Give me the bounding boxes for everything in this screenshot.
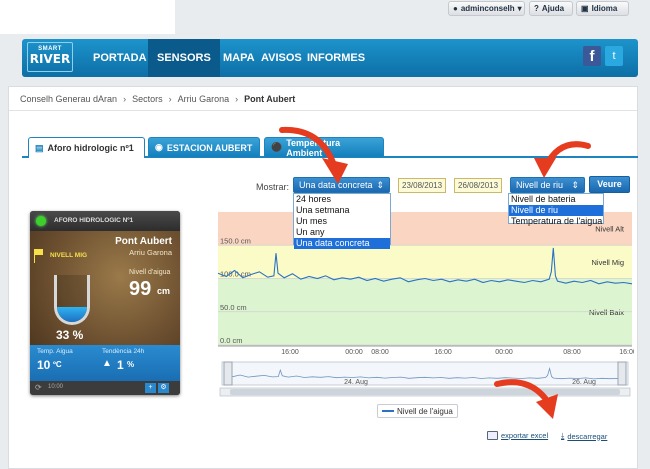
x-tick-label: 08:00 — [371, 349, 389, 356]
spreadsheet-icon — [487, 431, 498, 440]
chart-band — [218, 245, 632, 279]
y-tick-label: 150.0 cm — [220, 236, 251, 245]
x-tick-label: 16:00 — [434, 349, 452, 356]
period-option[interactable]: Un any — [294, 227, 390, 238]
trend-up-icon: ▲ — [102, 358, 112, 369]
level-gauge-fill — [57, 306, 87, 322]
navigator-tick-label: 26. Aug — [572, 379, 596, 386]
refresh-icon[interactable]: ⟳ — [35, 383, 42, 392]
smart-river-logo[interactable]: SMART RIVER — [27, 42, 73, 72]
metric-dropdown: Nivell de bateria Nivell de riu Temperat… — [508, 193, 604, 227]
help-icon: ? — [534, 4, 539, 13]
water-level-unit: cm — [157, 286, 171, 296]
metric-option[interactable]: Nivell de riu — [509, 205, 603, 216]
chevron-right-icon: › — [123, 93, 127, 104]
tab-estacion[interactable]: ◉ ESTACION AUBERT — [148, 137, 260, 157]
navigator-tick-label: 24. Aug — [344, 379, 368, 386]
breadcrumb-item[interactable]: Conselh Generau dAran — [20, 94, 117, 104]
breadcrumb-item[interactable]: Arriu Garona — [178, 94, 230, 104]
language-button[interactable]: ▣ Idioma — [576, 1, 629, 16]
temp-label: Temp. Aigua — [37, 348, 73, 355]
band-label: Nivell Baix — [589, 308, 624, 317]
x-tick-label: 16:00 — [281, 349, 299, 356]
fill-percent: 33 % — [56, 328, 84, 342]
trend-value: 1 — [117, 358, 124, 372]
export-excel-link[interactable]: exportar excel — [487, 431, 548, 440]
x-tick-label: 00:00 — [495, 349, 513, 356]
period-option[interactable]: Una setmana — [294, 205, 390, 216]
period-select[interactable]: Una data concreta ⇕ — [293, 177, 390, 193]
facebook-icon[interactable]: f — [583, 46, 601, 66]
y-tick-label: 50.0 cm — [220, 303, 247, 312]
card-stats: Temp. Aigua 10 ºC Tendència 24h ▲ 1 % — [30, 345, 180, 381]
breadcrumb-item[interactable]: Sectors — [132, 94, 163, 104]
temp-value: 10 — [37, 358, 51, 372]
level-badge: NIVELL MIG — [50, 252, 88, 259]
chevron-right-icon: › — [235, 93, 239, 104]
breadcrumb: Conselh Generau dAran › Sectors › Arriu … — [9, 87, 637, 111]
navigator-handle-right — [617, 361, 627, 386]
card-footer: ⟳ 10:00 + ⚙ — [30, 381, 180, 395]
updown-icon: ⇕ — [376, 179, 384, 190]
status-led-icon — [36, 216, 46, 226]
card-body: Pont Aubert Arriu Garona NIVELL MIG Nive… — [30, 231, 180, 345]
chevron-down-icon: ▾ — [517, 4, 522, 13]
thermometer-icon: ⚫ — [271, 142, 283, 152]
band-label: Nivell Mig — [591, 258, 624, 267]
updown-icon: ⇕ — [571, 179, 579, 190]
water-level-value: 99 — [129, 278, 152, 300]
tab-temperatura[interactable]: ⚫ Temperatura Ambient — [264, 137, 384, 158]
help-button[interactable]: ? Ajuda — [529, 1, 573, 16]
chart-legend[interactable]: Nivell de l'aigua — [377, 404, 458, 418]
nav-sensors[interactable]: SENSORS — [148, 39, 220, 77]
user-icon: ● — [453, 4, 458, 13]
water-level-label: Nivell d'aigua — [129, 269, 171, 276]
show-button[interactable]: Veure — [589, 176, 630, 193]
chevron-right-icon: › — [168, 93, 172, 104]
period-option[interactable]: Un mes — [294, 216, 390, 227]
twitter-icon[interactable]: t — [605, 46, 623, 66]
show-label: Mostrar: — [256, 182, 290, 192]
camera-icon: ◉ — [155, 142, 163, 152]
x-tick-label: 16:00 — [619, 349, 634, 356]
update-time: 10:00 — [48, 384, 64, 390]
period-option[interactable]: 24 hores — [294, 194, 390, 205]
language-icon: ▣ — [581, 4, 589, 13]
period-dropdown: 24 hores Una setmana Un mes Un any Una d… — [293, 193, 391, 249]
date-from-input[interactable]: 23/08/2013 — [398, 178, 446, 193]
download-icon: ⤓ — [561, 431, 565, 440]
level-gauge — [54, 275, 90, 325]
navigator-track — [221, 361, 629, 386]
metric-option[interactable]: Temperatura de l'aigua — [509, 216, 603, 227]
download-link[interactable]: ⤓ descarregar — [561, 431, 607, 441]
flag-icon — [34, 249, 43, 263]
period-option[interactable]: Una data concreta — [294, 238, 390, 249]
water-level-chart: Nivell AltNivell MigNivell Baix150.0 cm1… — [217, 212, 634, 397]
metric-option[interactable]: Nivell de bateria — [509, 194, 603, 205]
nav-portada[interactable]: PORTADA — [84, 39, 156, 77]
navigator-handle-left — [223, 361, 233, 386]
station-card: AFORO HIDROLOGIC Nº1 Pont Aubert Arriu G… — [30, 211, 180, 395]
nav-informes[interactable]: INFORMES — [298, 39, 374, 77]
add-icon[interactable]: + — [145, 383, 156, 393]
metric-select[interactable]: Nivell de riu ⇕ — [510, 177, 585, 193]
card-title: AFORO HIDROLOGIC Nº1 — [30, 211, 180, 231]
breadcrumb-current: Pont Aubert — [244, 93, 296, 104]
book-icon: ▤ — [35, 142, 44, 153]
temp-unit: ºC — [53, 360, 62, 369]
y-tick-label: 0.0 cm — [220, 336, 243, 345]
trend-label: Tendència 24h — [102, 348, 145, 355]
date-to-input[interactable]: 26/08/2013 — [454, 178, 502, 193]
top-left-blank — [0, 0, 175, 34]
x-tick-label: 08:00 — [563, 349, 581, 356]
legend-swatch — [382, 410, 394, 412]
tab-aforo[interactable]: ▤ Aforo hidrologic nº1 — [28, 137, 145, 158]
trend-unit: % — [127, 360, 135, 369]
user-menu[interactable]: ● adminconselh ▾ — [448, 1, 525, 16]
station-name: Pont Aubert — [115, 236, 172, 247]
settings-icon[interactable]: ⚙ — [158, 383, 169, 393]
scrollbar-thumb[interactable] — [230, 389, 620, 395]
x-tick-label: 00:00 — [345, 349, 363, 356]
river-name: Arriu Garona — [129, 248, 172, 257]
